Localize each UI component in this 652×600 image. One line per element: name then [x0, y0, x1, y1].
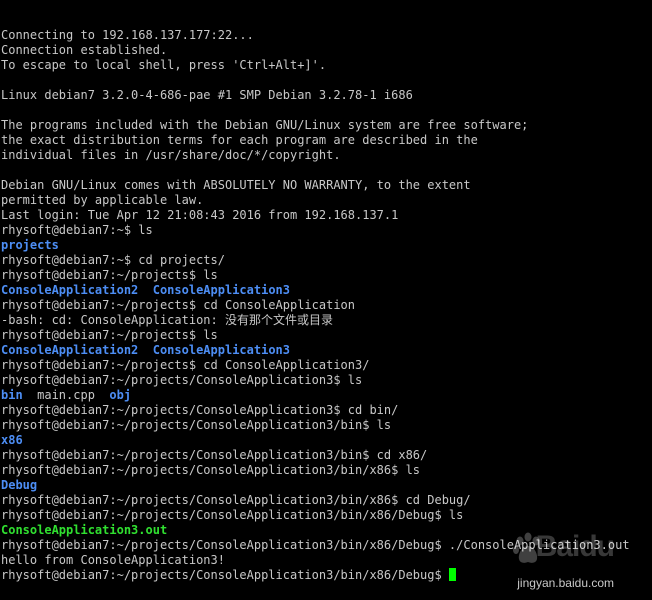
- terminal-window[interactable]: Connecting to 192.168.137.177:22... Conne…: [0, 0, 652, 600]
- terminal-text: the exact distribution terms for each pr…: [1, 133, 478, 147]
- terminal-line: rhysoft@debian7:~/projects/ConsoleApplic…: [1, 508, 652, 523]
- terminal-text: rhysoft@debian7:~/projects/ConsoleApplic…: [1, 463, 421, 477]
- terminal-line: hello from ConsoleApplication3!: [1, 553, 652, 568]
- terminal-line: Debian GNU/Linux comes with ABSOLUTELY N…: [1, 178, 652, 193]
- terminal-text: rhysoft@debian7:~/projects/ConsoleApplic…: [1, 403, 399, 417]
- terminal-line: x86: [1, 433, 652, 448]
- terminal-line: the exact distribution terms for each pr…: [1, 133, 652, 148]
- terminal-line: Linux debian7 3.2.0-4-686-pae #1 SMP Deb…: [1, 88, 652, 103]
- terminal-text: Connection established.: [1, 43, 168, 57]
- terminal-line: rhysoft@debian7:~/projects$ ls: [1, 268, 652, 283]
- terminal-text: Connecting to 192.168.137.177:22...: [1, 28, 254, 42]
- terminal-line: Connecting to 192.168.137.177:22...: [1, 28, 652, 43]
- directory-name: obj: [109, 388, 132, 402]
- terminal-line: rhysoft@debian7:~/projects$ cd ConsoleAp…: [1, 298, 652, 313]
- terminal-text: rhysoft@debian7:~$ ls: [1, 223, 153, 237]
- terminal-line: projects: [1, 238, 652, 253]
- terminal-line: bin main.cpp obj: [1, 388, 652, 403]
- terminal-text: Last login: Tue Apr 12 21:08:43 2016 fro…: [1, 208, 399, 222]
- terminal-line: rhysoft@debian7:~/projects/ConsoleApplic…: [1, 463, 652, 478]
- directory-name: ConsoleApplication3: [152, 343, 291, 357]
- terminal-text: Debian GNU/Linux comes with ABSOLUTELY N…: [1, 178, 471, 192]
- terminal-text: individual files in /usr/share/doc/*/cop…: [1, 148, 341, 162]
- directory-name: ConsoleApplication3: [152, 283, 291, 297]
- directory-name: bin: [1, 388, 23, 402]
- terminal-text: rhysoft@debian7:~/projects/ConsoleApplic…: [1, 493, 471, 507]
- terminal-line: To escape to local shell, press 'Ctrl+Al…: [1, 58, 652, 73]
- terminal-line: rhysoft@debian7:~/projects/ConsoleApplic…: [1, 448, 652, 463]
- terminal-line: rhysoft@debian7:~/projects$ ls: [1, 328, 652, 343]
- terminal-line: rhysoft@debian7:~$ ls: [1, 223, 652, 238]
- terminal-line: -bash: cd: ConsoleApplication: 没有那个文件或目录: [1, 313, 652, 328]
- directory-name: projects: [1, 238, 59, 252]
- terminal-line: The programs included with the Debian GN…: [1, 118, 652, 133]
- executable-name: ConsoleApplication3.out: [1, 523, 168, 537]
- terminal-text: rhysoft@debian7:~$ cd projects/: [1, 253, 225, 267]
- terminal-line: rhysoft@debian7:~/projects$ cd ConsoleAp…: [1, 358, 652, 373]
- terminal-text: rhysoft@debian7:~/projects/ConsoleApplic…: [1, 373, 363, 387]
- terminal-line: rhysoft@debian7:~/projects/ConsoleApplic…: [1, 403, 652, 418]
- terminal-line: ConsoleApplication3.out: [1, 523, 652, 538]
- directory-name: Debug: [1, 478, 38, 492]
- terminal-text: rhysoft@debian7:~/projects/ConsoleApplic…: [1, 418, 392, 432]
- terminal-text: rhysoft@debian7:~/projects/ConsoleApplic…: [1, 448, 428, 462]
- terminal-text: To escape to local shell, press 'Ctrl+Al…: [1, 58, 327, 72]
- terminal-line: Debug: [1, 478, 652, 493]
- terminal-line: rhysoft@debian7:~/projects/ConsoleApplic…: [1, 568, 652, 583]
- terminal-line: rhysoft@debian7:~/projects/ConsoleApplic…: [1, 373, 652, 388]
- terminal-line: rhysoft@debian7:~/projects/ConsoleApplic…: [1, 418, 652, 433]
- terminal-text: rhysoft@debian7:~/projects/ConsoleApplic…: [1, 538, 630, 552]
- terminal-text: hello from ConsoleApplication3!: [1, 553, 225, 567]
- terminal-line: ConsoleApplication2 ConsoleApplication3: [1, 283, 652, 298]
- terminal-text: The programs included with the Debian GN…: [1, 118, 529, 132]
- terminal-text: main.cpp: [22, 388, 110, 402]
- terminal-text: rhysoft@debian7:~/projects/ConsoleApplic…: [1, 508, 464, 522]
- terminal-line: Connection established.: [1, 43, 652, 58]
- terminal-cursor: [448, 568, 456, 581]
- terminal-text: -bash: cd: ConsoleApplication: 没有那个文件或目录: [1, 313, 333, 327]
- terminal-line: rhysoft@debian7:~/projects/ConsoleApplic…: [1, 538, 652, 553]
- terminal-text: rhysoft@debian7:~/projects$ ls: [1, 328, 218, 342]
- terminal-text: rhysoft@debian7:~/projects$ ls: [1, 268, 218, 282]
- terminal-text: rhysoft@debian7:~/projects/ConsoleApplic…: [1, 568, 449, 582]
- terminal-line: permitted by applicable law.: [1, 193, 652, 208]
- directory-name: ConsoleApplication2: [1, 283, 139, 297]
- directory-name: ConsoleApplication2: [1, 343, 139, 357]
- terminal-line: rhysoft@debian7:~$ cd projects/: [1, 253, 652, 268]
- terminal-line: ConsoleApplication2 ConsoleApplication3: [1, 343, 652, 358]
- terminal-line: Last login: Tue Apr 12 21:08:43 2016 fro…: [1, 208, 652, 223]
- terminal-text: Linux debian7 3.2.0-4-686-pae #1 SMP Deb…: [1, 88, 413, 102]
- terminal-text: rhysoft@debian7:~/projects$ cd ConsoleAp…: [1, 358, 370, 372]
- terminal-line: individual files in /usr/share/doc/*/cop…: [1, 148, 652, 163]
- terminal-text: rhysoft@debian7:~/projects$ cd ConsoleAp…: [1, 298, 356, 312]
- directory-name: x86: [1, 433, 23, 447]
- terminal-text: permitted by applicable law.: [1, 193, 204, 207]
- terminal-line: rhysoft@debian7:~/projects/ConsoleApplic…: [1, 493, 652, 508]
